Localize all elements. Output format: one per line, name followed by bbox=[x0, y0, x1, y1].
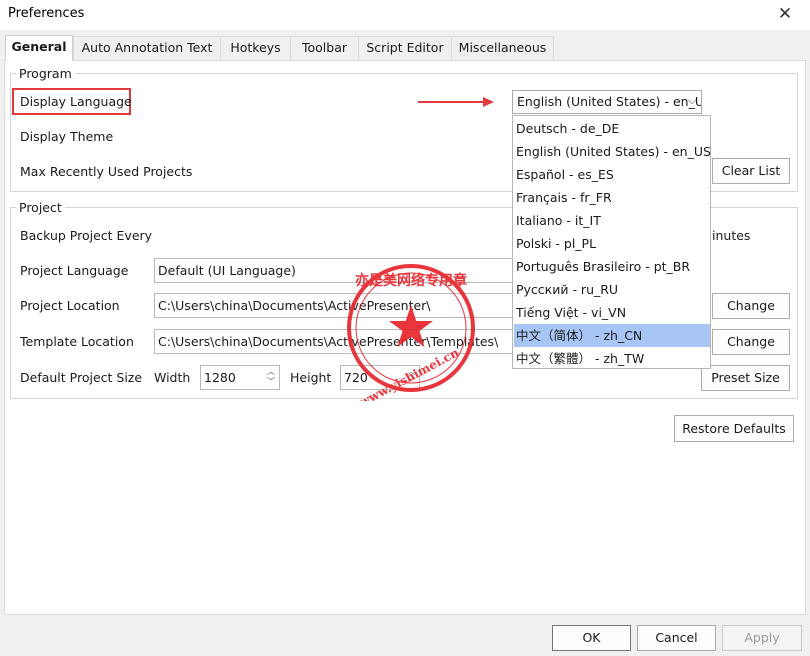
change-template-location-button[interactable]: Change bbox=[712, 329, 790, 355]
backup-minutes-label: inutes bbox=[712, 228, 751, 243]
window-title: Preferences bbox=[8, 6, 85, 21]
title-bar bbox=[0, 0, 810, 30]
language-option[interactable]: Deutsch - de_DE bbox=[514, 117, 710, 140]
display-language-select-value: English (United States) - en_U bbox=[517, 94, 702, 109]
spin-up-icon[interactable]: ︿ bbox=[404, 367, 418, 377]
project-location-value: C:\Users\china\Documents\ActivePresenter… bbox=[158, 298, 431, 313]
language-option[interactable]: Polski - pl_PL bbox=[514, 232, 710, 255]
tab-auto-annotation-text[interactable]: Auto Annotation Text bbox=[73, 36, 221, 60]
max-recent-projects-label: Max Recently Used Projects bbox=[20, 164, 193, 179]
spin-down-icon[interactable]: ﹀ bbox=[404, 377, 418, 387]
project-language-value: Default (UI Language) bbox=[158, 263, 296, 278]
width-spinner[interactable]: ︿ ﹀ bbox=[264, 367, 278, 387]
default-project-size-label: Default Project Size bbox=[20, 370, 143, 385]
chevron-down-icon[interactable]: ⌵ bbox=[688, 94, 696, 108]
cancel-button[interactable]: Cancel bbox=[637, 625, 716, 651]
tab-hotkeys[interactable]: Hotkeys bbox=[220, 36, 291, 60]
annotation-arrow bbox=[418, 97, 494, 107]
tab-general[interactable]: General bbox=[5, 35, 73, 61]
project-location-label: Project Location bbox=[20, 298, 120, 313]
display-language-select[interactable]: English (United States) - en_U bbox=[512, 90, 702, 114]
template-location-input[interactable]: C:\Users\china\Documents\ActivePresenter… bbox=[154, 329, 514, 354]
project-language-select[interactable]: Default (UI Language) bbox=[154, 258, 514, 283]
language-option[interactable]: Tiếng Việt - vi_VN bbox=[514, 301, 710, 324]
preset-size-button[interactable]: Preset Size bbox=[701, 365, 790, 391]
width-value: 1280 bbox=[204, 370, 236, 385]
backup-project-label: Backup Project Every bbox=[20, 228, 153, 243]
language-option[interactable]: Español - es_ES bbox=[514, 163, 710, 186]
height-spinner[interactable]: ︿ ﹀ bbox=[404, 367, 418, 387]
restore-defaults-button[interactable]: Restore Defaults bbox=[674, 415, 794, 442]
display-theme-label: Display Theme bbox=[20, 129, 114, 144]
close-icon[interactable]: ✕ bbox=[768, 2, 802, 26]
height-label: Height bbox=[290, 370, 332, 385]
width-label: Width bbox=[154, 370, 191, 385]
spin-up-icon[interactable]: ︿ bbox=[264, 367, 278, 377]
project-location-input[interactable]: C:\Users\china\Documents\ActivePresenter… bbox=[154, 293, 514, 318]
language-dropdown-list[interactable]: Deutsch - de_DE English (United States) … bbox=[512, 115, 711, 369]
clear-list-button[interactable]: Clear List bbox=[712, 158, 790, 184]
language-option[interactable]: Italiano - it_IT bbox=[514, 209, 710, 232]
apply-button: Apply bbox=[722, 625, 802, 651]
tab-toolbar[interactable]: Toolbar bbox=[290, 36, 359, 60]
language-option[interactable]: Français - fr_FR bbox=[514, 186, 710, 209]
ok-button[interactable]: OK bbox=[552, 625, 631, 651]
language-option-selected[interactable]: 中文（简体） - zh_CN bbox=[514, 324, 710, 347]
project-language-label: Project Language bbox=[20, 263, 129, 278]
height-value: 720 bbox=[344, 370, 368, 385]
language-option[interactable]: English (United States) - en_US bbox=[514, 140, 711, 163]
tab-miscellaneous[interactable]: Miscellaneous bbox=[451, 36, 554, 60]
project-group-label: Project bbox=[16, 200, 65, 215]
spin-down-icon[interactable]: ﹀ bbox=[264, 377, 278, 387]
program-group-label: Program bbox=[16, 66, 75, 81]
tab-script-editor[interactable]: Script Editor bbox=[358, 36, 452, 60]
language-option[interactable]: Português Brasileiro - pt_BR bbox=[514, 255, 710, 278]
template-location-label: Template Location bbox=[20, 334, 134, 349]
change-project-location-button[interactable]: Change bbox=[712, 293, 790, 319]
template-location-value: C:\Users\china\Documents\ActivePresenter… bbox=[158, 334, 499, 349]
display-language-label: Display Language bbox=[20, 94, 132, 109]
language-option[interactable]: Русский - ru_RU bbox=[514, 278, 710, 301]
language-option[interactable]: 中文（繁體） - zh_TW bbox=[514, 347, 710, 370]
